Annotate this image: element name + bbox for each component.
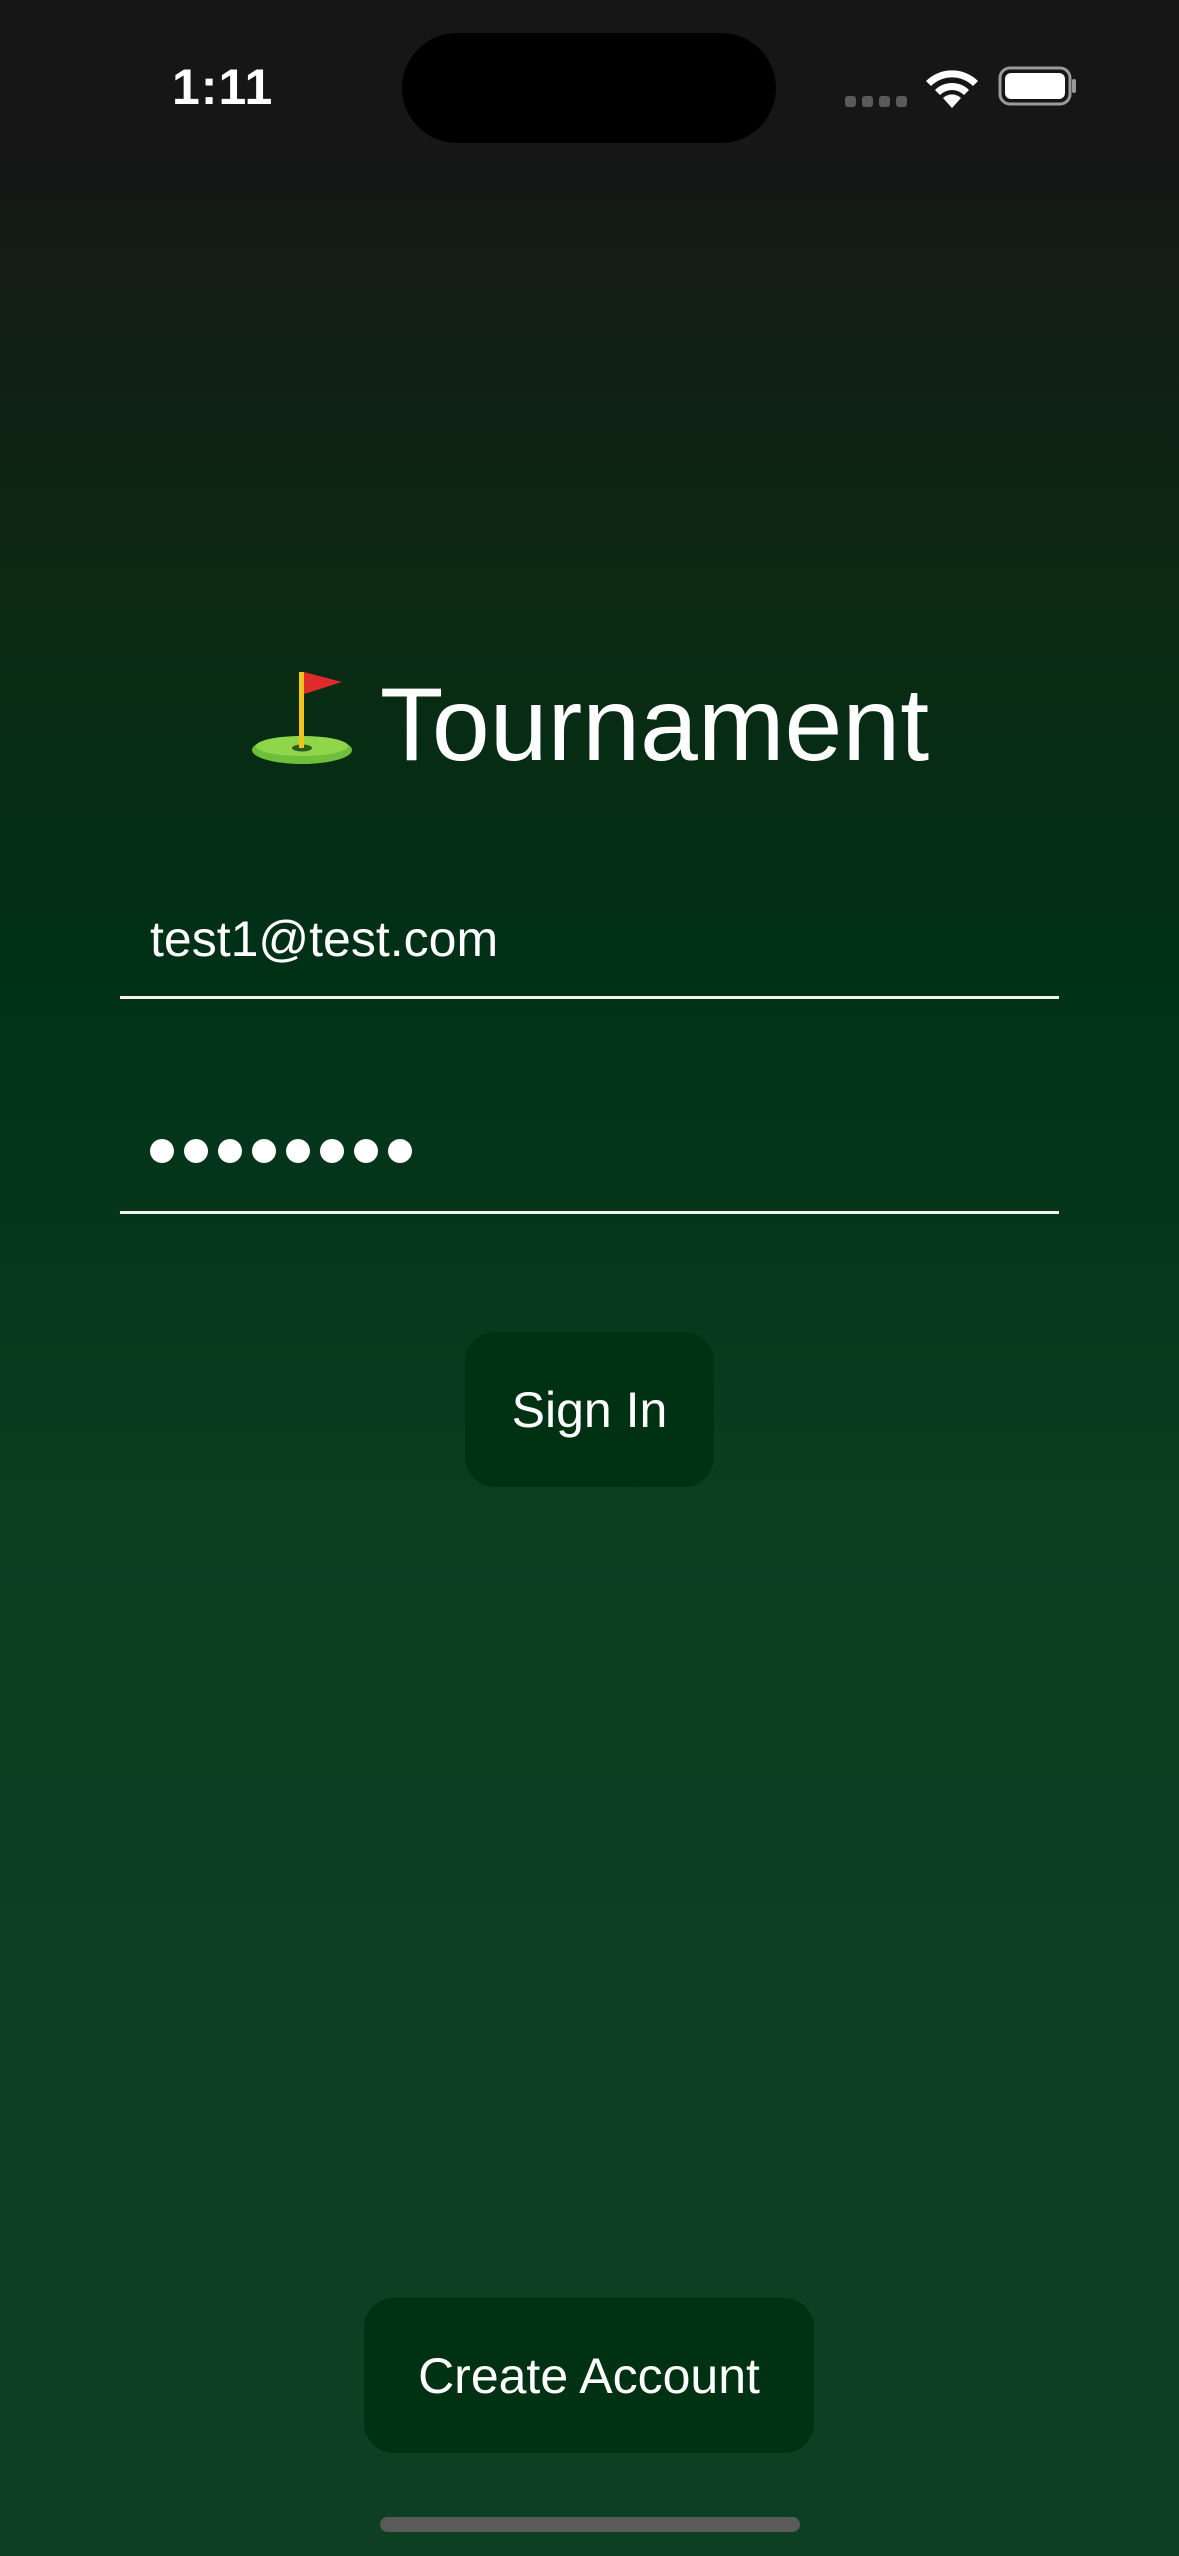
password-field[interactable] <box>120 1105 1059 1214</box>
create-account-button[interactable]: Create Account <box>364 2298 814 2453</box>
app-title-text: Tournament <box>379 667 930 783</box>
cellular-signal-icon <box>845 96 907 107</box>
app-title: Tournament <box>0 660 1179 790</box>
status-bar: 1:11 <box>0 0 1179 180</box>
status-time: 1:11 <box>172 59 274 115</box>
email-field[interactable]: test1@test.com <box>120 890 1059 999</box>
dynamic-island <box>402 33 776 143</box>
password-mask <box>150 1139 412 1163</box>
home-indicator[interactable] <box>380 2517 800 2532</box>
flag-in-hole-icon <box>251 672 352 764</box>
sign-in-button[interactable]: Sign In <box>465 1332 714 1487</box>
wifi-icon <box>926 70 978 108</box>
email-value: test1@test.com <box>150 911 499 967</box>
battery-icon <box>998 66 1076 106</box>
